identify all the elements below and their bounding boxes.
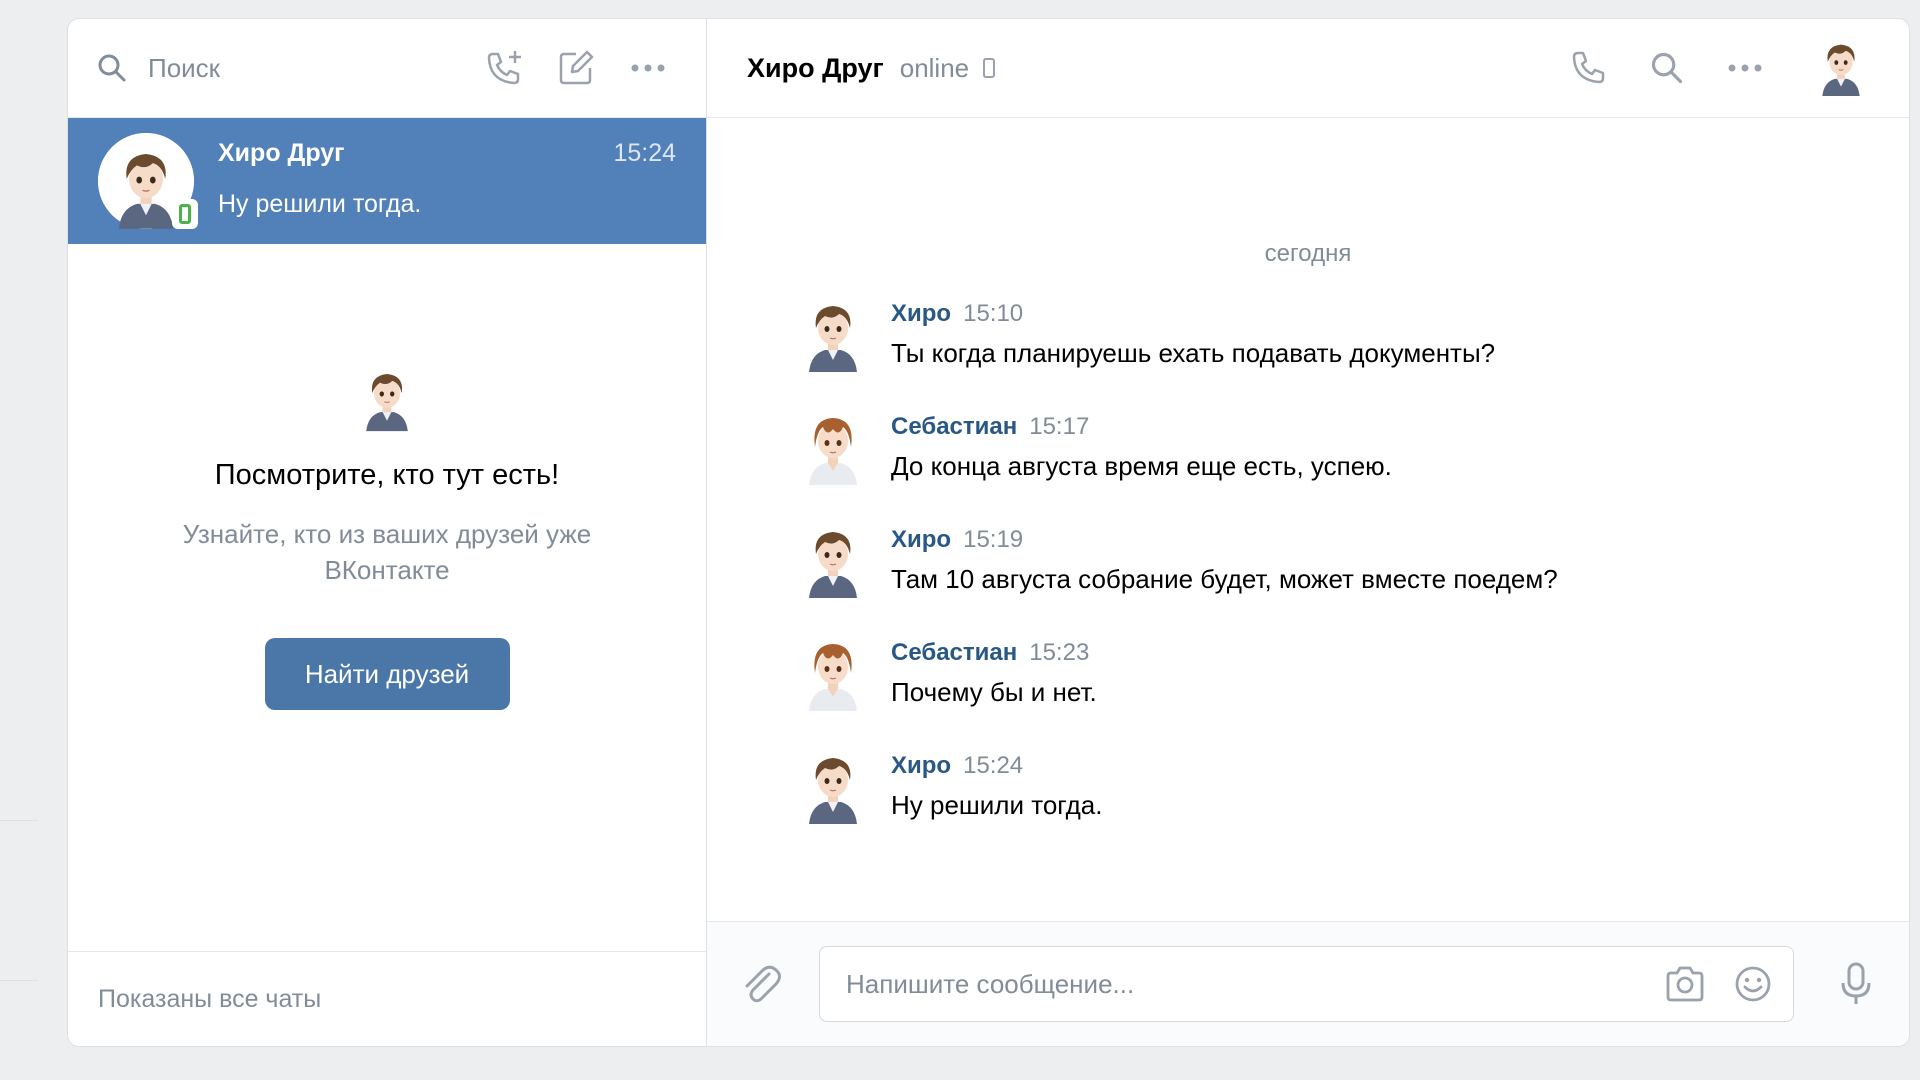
message-author[interactable]: Себастиан [891,639,1017,666]
day-separator: сегодня [1264,240,1352,267]
avatar[interactable] [803,752,863,824]
avatar [98,133,198,229]
side-divider [0,820,38,821]
avatar[interactable] [803,639,863,711]
message-text: Почему бы и нет. [891,677,1097,707]
side-divider [0,980,38,981]
message-time: 15:10 [963,300,1024,327]
avatar[interactable] [803,526,863,598]
message-time: 15:17 [1029,413,1090,440]
message-author[interactable]: Хиро [891,526,951,553]
emoji-icon[interactable] [1729,960,1777,1008]
message-text: Там 10 августа собрание будет, может вме… [891,564,1558,594]
message-text: Ты когда планируешь ехать подавать докум… [891,338,1496,368]
peer-status: online [899,52,970,83]
search-input[interactable]: Поиск [148,53,454,84]
message-time: 15:23 [1029,639,1090,666]
find-friends-title: Посмотрите, кто тут есть! [214,459,560,491]
message-history: Хиро 15:10 Ты когда планируешь ехать пода… [707,294,1909,859]
more-icon[interactable] [626,46,670,90]
find-friends-button[interactable]: Найти друзей [264,638,510,710]
chat-name: Хиро Друг [218,139,345,167]
chat-list-panel: Поиск Хиро Друг 15:24 Ну решили тогда. П… [68,19,707,1046]
message-input-box[interactable] [819,946,1794,1022]
online-mobile-icon [172,199,198,229]
chat-list-item[interactable]: Хиро Друг 15:24 Ну решили тогда. [68,118,706,244]
message-time: 15:24 [963,752,1024,779]
find-friends-block: Посмотрите, кто тут есть! Узнайте, кто и… [68,244,706,710]
message: Хиро 15:10 Ты когда планируешь ехать пода… [803,294,1909,407]
message: Хиро 15:19 Там 10 августа собрание будет,… [803,520,1909,633]
avatar[interactable] [1813,40,1869,96]
message: Хиро 15:24 Ну решили тогда. [803,746,1909,859]
compose-icon[interactable] [554,46,598,90]
message: Себастиан 15:17 До конца августа время ещ… [803,407,1909,520]
chat-time: 15:24 [613,139,676,167]
message-author[interactable]: Себастиан [891,413,1017,440]
message-text: До конца августа время еще есть, успею. [891,451,1392,481]
mobile-icon [983,58,996,78]
avatar[interactable] [803,300,863,372]
message-author[interactable]: Хиро [891,300,951,327]
search-icon[interactable] [96,52,128,84]
chat-list-footer: Показаны все чаты [68,951,706,1046]
conversation-panel: Хиро Друг online сегодня Хиро 15:10 Ты к… [707,19,1909,1046]
call-add-icon[interactable] [482,46,526,90]
find-friends-subtitle: Узнайте, кто из ваших друзей уже ВКонтак… [182,519,592,585]
message: Себастиан 15:23 Почему бы и нет. [803,633,1909,746]
peer-name[interactable]: Хиро Друг [747,53,884,84]
phone-icon[interactable] [1565,44,1613,92]
all-chats-shown-label: Показаны все чаты [98,984,322,1013]
message-input[interactable] [846,968,1641,1000]
microphone-icon[interactable] [1832,960,1880,1008]
avatar[interactable] [803,413,863,485]
attach-icon[interactable] [735,958,787,1010]
chat-preview: Ну решили тогда. [218,190,422,218]
messenger-window: Поиск Хиро Друг 15:24 Ну решили тогда. П… [67,18,1910,1047]
more-icon[interactable] [1721,44,1769,92]
conversation-header: Хиро Друг online [707,19,1909,118]
message-composer [707,921,1909,1046]
message-author[interactable]: Хиро [891,752,951,779]
avatar [361,368,413,432]
message-text: Ну решили тогда. [891,790,1103,820]
search-icon[interactable] [1643,44,1691,92]
message-time: 15:19 [963,526,1024,553]
camera-icon[interactable] [1661,960,1709,1008]
chat-list-header: Поиск [68,19,706,118]
